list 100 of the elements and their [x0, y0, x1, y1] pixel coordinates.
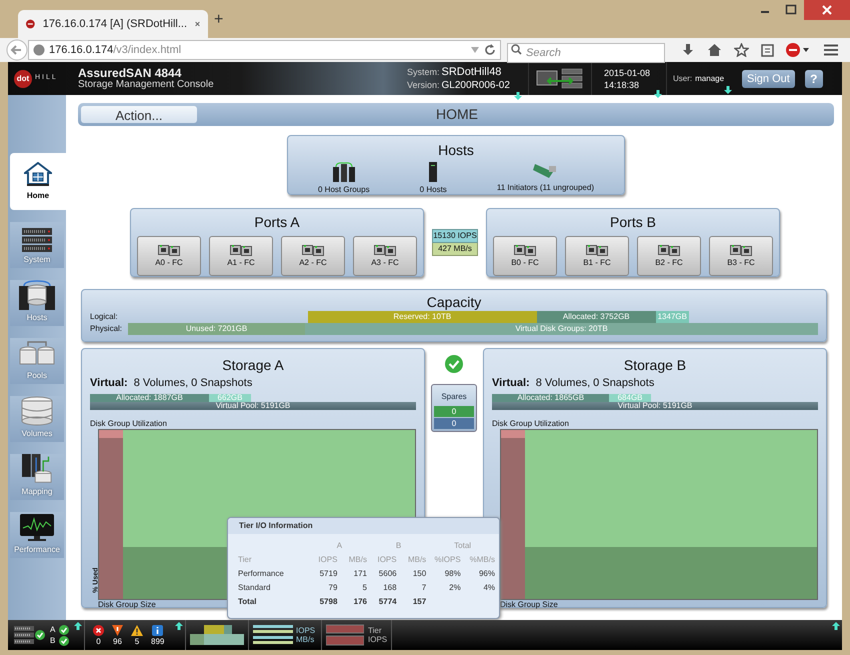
panel-title: Ports B	[610, 213, 656, 232]
virtual-pool-bar: Virtual Pool: 5191GB	[492, 402, 818, 410]
io-legend-label: MB/s	[296, 635, 316, 644]
io-legend-label: IOPS	[296, 626, 316, 635]
page-title: HOME	[436, 105, 478, 124]
virtual-summary: 8 Volumes, 0 Snapshots	[536, 376, 654, 391]
info-icon	[152, 624, 164, 636]
stop-sign-icon[interactable]	[786, 43, 812, 57]
controller-label: B	[50, 636, 56, 646]
port-button[interactable]: A1 - FC	[209, 236, 273, 276]
close-icon[interactable]	[195, 20, 200, 28]
chart-title: Disk Group Utilization	[90, 418, 168, 428]
allocated-segment: Allocated: 1865GB	[492, 394, 610, 402]
system-label: System:	[407, 66, 440, 78]
column-group-header: Total	[453, 540, 472, 552]
event-count: 899	[151, 636, 164, 646]
port-button[interactable]: A2 - FC	[281, 236, 345, 276]
search-field[interactable]: Search	[507, 43, 665, 63]
virtual-pool-bar: Virtual Pool: 5191GB	[90, 402, 416, 410]
port-button[interactable]: B0 - FC	[493, 236, 557, 276]
spares-title: Spares	[441, 391, 467, 403]
column-header: %MB/s	[468, 554, 495, 566]
table-cell-text: 5	[362, 582, 367, 594]
action-button[interactable]: Action...	[81, 106, 197, 123]
column-header: IOPS	[317, 554, 338, 566]
home-icon[interactable]	[707, 43, 722, 57]
capacity-row-label: Logical:	[90, 311, 119, 323]
chart-title: Disk Group Utilization	[492, 418, 570, 428]
console-subtitle: Storage Management Console	[78, 78, 215, 90]
tab-title: 176.16.0.174 [A] (SRDotHill...	[42, 16, 188, 32]
controller-label: A	[50, 624, 56, 634]
allocated-segment: Allocated: 1887GB	[90, 394, 209, 402]
down-arrow-icon[interactable]	[654, 90, 662, 98]
column-header: MB/s	[348, 554, 367, 566]
port-icon	[586, 244, 608, 256]
host-count: 0 Hosts	[420, 184, 447, 196]
new-tab-button[interactable]: +	[214, 8, 224, 32]
column-group-header: A	[336, 540, 344, 552]
house-icon	[24, 162, 52, 186]
connection-icon	[536, 68, 584, 90]
table-cell-text: 96%	[478, 568, 495, 580]
table-cell-text: Standard	[238, 582, 272, 594]
capacity-segment: 1347GB	[656, 311, 689, 323]
system-name: SRDotHill48	[442, 66, 502, 78]
user-label: User:	[673, 72, 692, 84]
table-cell-text: Total	[238, 596, 258, 608]
url-field[interactable]: 176.16.0.174/v3/index.html	[28, 40, 501, 60]
column-header: %IOPS	[433, 554, 461, 566]
up-arrow-icon[interactable]	[74, 622, 82, 630]
close-icon[interactable]	[804, 0, 850, 20]
capacity-segment: Virtual Disk Groups: 20TB	[305, 323, 818, 335]
down-arrow-icon[interactable]	[514, 92, 522, 100]
table-cell-text: 5606	[378, 568, 397, 580]
capacity-row-label: Physical:	[90, 323, 124, 335]
browser-tab[interactable]: 176.16.0.174 [A] (SRDotHill...	[18, 10, 208, 38]
critical-icon	[93, 624, 104, 636]
port-icon	[730, 244, 752, 256]
port-button[interactable]: B1 - FC	[565, 236, 629, 276]
port-button[interactable]: B3 - FC	[709, 236, 773, 276]
capacity-segment: Reserved: 10TB	[308, 311, 537, 323]
search-icon	[511, 44, 522, 55]
sidebar-item[interactable]: Home	[10, 153, 66, 210]
back-icon[interactable]	[6, 39, 28, 61]
axis-label: Disk Group Size	[98, 600, 156, 610]
up-arrow-icon[interactable]	[832, 622, 840, 630]
port-button[interactable]: A3 - FC	[353, 236, 417, 276]
user-name: manage	[695, 72, 724, 84]
port-icon	[658, 244, 680, 256]
product-name: AssuredSAN 4844	[78, 68, 182, 78]
table-cell-text: 79	[328, 582, 338, 594]
table-cell-text: Performance	[238, 568, 285, 580]
column-header: IOPS	[376, 554, 397, 566]
table-cell-text: 157	[412, 596, 426, 608]
down-arrow-icon[interactable]	[724, 86, 732, 94]
server-mapping-icon	[20, 454, 54, 484]
event-count: 5	[134, 636, 140, 646]
event-count: 96	[113, 636, 122, 646]
up-arrow-icon[interactable]	[175, 622, 183, 630]
column-group-header: B	[394, 540, 402, 552]
version-number: GL200R006-02	[442, 78, 510, 92]
warning-icon	[131, 624, 143, 636]
column-header: Tier	[238, 554, 252, 566]
axis-label: Disk Group Size	[500, 600, 558, 610]
download-icon[interactable]	[681, 43, 695, 57]
reload-icon[interactable]	[484, 44, 496, 56]
clipboard-icon[interactable]	[761, 43, 774, 57]
table-cell-text: 171	[352, 568, 367, 580]
table-cell-text: 98%	[444, 568, 461, 580]
version-label: Version:	[407, 78, 440, 92]
error-shield-icon	[112, 624, 123, 636]
port-button[interactable]: A0 - FC	[137, 236, 201, 276]
panel-title: Capacity	[426, 293, 482, 311]
star-icon[interactable]	[734, 43, 749, 57]
menu-icon[interactable]	[824, 44, 838, 56]
table-cell-text: 5719	[318, 568, 338, 580]
time-text: 14:18:38	[604, 78, 640, 90]
port-icon	[302, 244, 324, 256]
port-button[interactable]: B2 - FC	[637, 236, 701, 276]
host-count: 0 Host Groups	[318, 184, 370, 196]
check-icon	[35, 630, 45, 640]
